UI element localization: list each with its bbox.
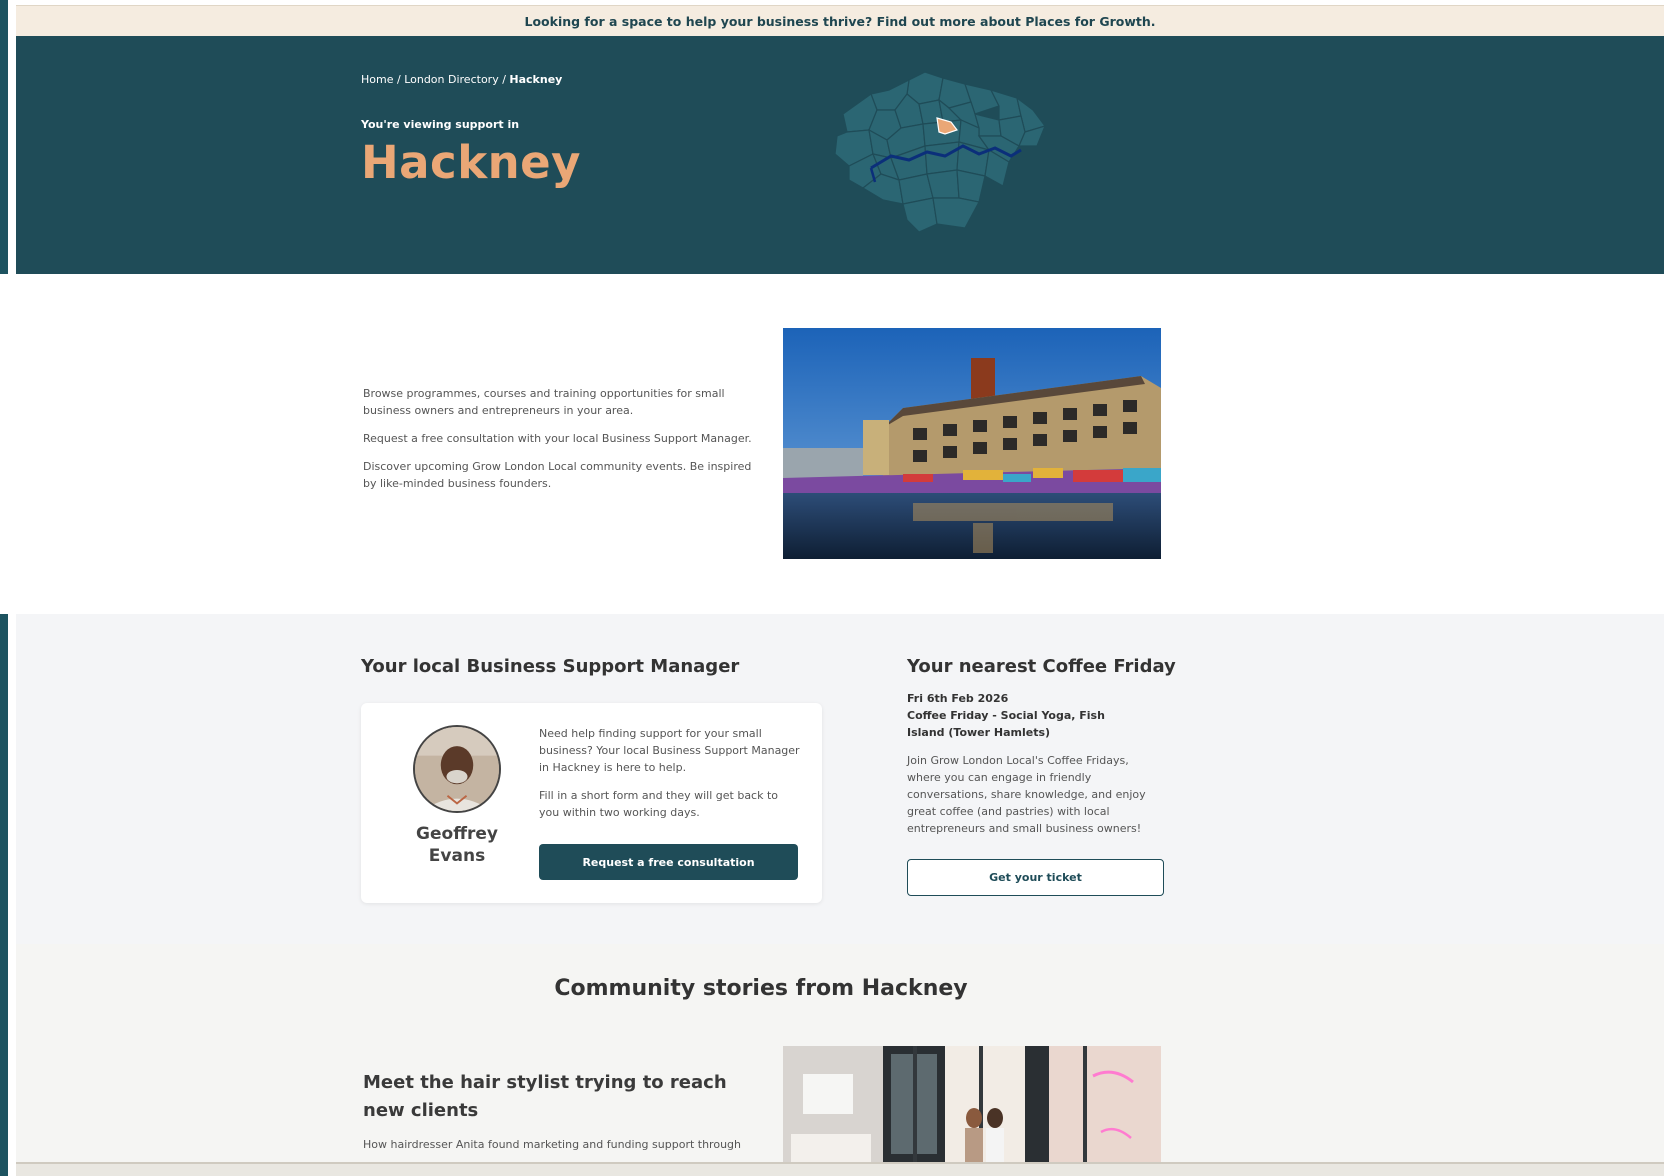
breadcrumb-london-directory[interactable]: London Directory: [404, 73, 499, 86]
intro-text: Browse programmes, courses and training …: [363, 385, 763, 503]
manager-card: Geoffrey Evans Need help finding support…: [361, 703, 822, 903]
page-title: Hackney: [361, 136, 582, 189]
community-section: Community stories from Hackney Meet the …: [16, 944, 1664, 1162]
viewing-label: You're viewing support in: [361, 118, 520, 131]
get-ticket-button[interactable]: Get your ticket: [907, 859, 1164, 896]
london-map-icon: [834, 71, 1047, 233]
request-consultation-button[interactable]: Request a free consultation: [539, 844, 798, 880]
coffee-friday-date: Fri 6th Feb 2026: [907, 692, 1009, 705]
story-title-link[interactable]: Meet the hair stylist trying to reach ne…: [363, 1069, 743, 1125]
manager-name: Geoffrey Evans: [401, 823, 513, 867]
coffee-friday-description: Join Grow London Local's Coffee Fridays,…: [907, 754, 1146, 835]
announcement-bar: Looking for a space to help your busines…: [16, 5, 1664, 36]
coffee-friday-event: Coffee Friday - Social Yoga, Fish Island…: [907, 709, 1105, 739]
coffee-friday-details: Fri 6th Feb 2026 Coffee Friday - Social …: [907, 690, 1137, 741]
intro-paragraph: Discover upcoming Grow London Local comm…: [363, 460, 752, 490]
manager-heading: Your local Business Support Manager: [361, 656, 740, 677]
manager-last-name: Evans: [428, 846, 486, 866]
intro-paragraph: Request a free consultation with your lo…: [363, 432, 752, 445]
breadcrumb-separator: /: [498, 73, 510, 86]
manager-first-name: Geoffrey: [416, 824, 498, 844]
manager-description: Need help finding support for your small…: [539, 725, 801, 832]
hair-salon-photo[interactable]: [783, 1046, 1161, 1162]
support-section: Your local Business Support Manager Geof…: [16, 614, 1664, 944]
breadcrumb-current: Hackney: [509, 73, 563, 86]
story-excerpt: How hairdresser Anita found marketing an…: [363, 1138, 741, 1151]
bottom-bar: [16, 1162, 1664, 1176]
community-heading: Community stories from Hackney: [554, 976, 968, 1001]
hackney-canal-photo: [783, 328, 1161, 559]
breadcrumb-home[interactable]: Home: [361, 73, 393, 86]
announcement-link[interactable]: Looking for a space to help your busines…: [524, 14, 1155, 29]
breadcrumb-separator: /: [393, 73, 405, 86]
intro-section: Browse programmes, courses and training …: [0, 274, 1664, 614]
manager-text-2: Fill in a short form and they will get b…: [539, 789, 779, 819]
coffee-friday-heading: Your nearest Coffee Friday: [907, 656, 1176, 677]
manager-text-1: Need help finding support for your small…: [539, 727, 800, 774]
hero-banner: Home / London Directory / Hackney You're…: [16, 36, 1664, 274]
intro-paragraph: Browse programmes, courses and training …: [363, 387, 725, 417]
breadcrumb: Home / London Directory / Hackney: [361, 73, 562, 86]
manager-avatar: [413, 725, 501, 813]
